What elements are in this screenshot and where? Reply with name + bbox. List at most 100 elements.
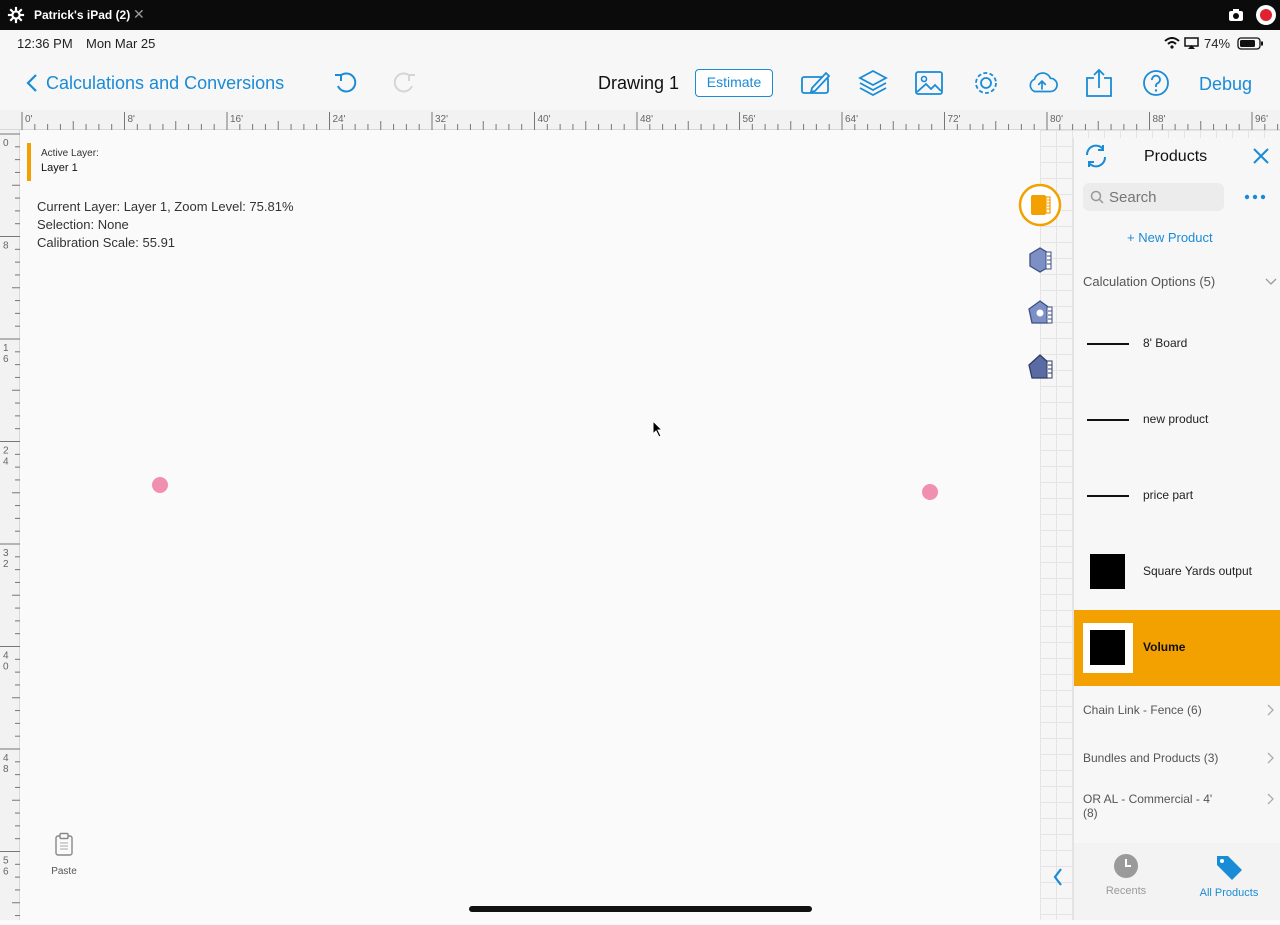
ruler-label: 0 xyxy=(3,138,9,149)
ruler-label: 4 xyxy=(3,651,9,662)
products-panel-title: Products xyxy=(1144,148,1208,165)
more-options-icon[interactable] xyxy=(1243,193,1267,201)
line-swatch xyxy=(1087,343,1129,345)
ruler-label: 5 xyxy=(3,856,9,867)
new-product-button[interactable]: + New Product xyxy=(1127,230,1213,245)
layers-icon[interactable] xyxy=(857,68,889,98)
product-group-row[interactable]: Bundles and Products (3) xyxy=(1083,751,1274,765)
paste-label: Paste xyxy=(51,866,77,877)
category-header[interactable]: Calculation Options (5) xyxy=(1083,274,1277,289)
active-layer-value: Layer 1 xyxy=(41,162,78,174)
airplay-icon xyxy=(1184,37,1199,49)
product-row[interactable]: price part xyxy=(1074,458,1280,534)
cloud-upload-icon[interactable] xyxy=(1026,68,1058,98)
ruler-label: 80' xyxy=(1050,114,1063,125)
ruler-label: 6 xyxy=(3,867,9,878)
chevron-right-icon xyxy=(1267,752,1274,764)
square-swatch-frame xyxy=(1083,623,1133,673)
image-icon[interactable] xyxy=(913,68,945,98)
refresh-icon[interactable] xyxy=(1083,143,1109,169)
tab-recents-label: Recents xyxy=(1105,885,1147,897)
battery-icon xyxy=(1237,37,1263,50)
gear-icon[interactable] xyxy=(970,68,1002,98)
ruler-label: 6 xyxy=(3,354,9,365)
status-bar: 12:36 PM Mon Mar 25 74% xyxy=(0,30,1280,56)
chevron-left-icon[interactable] xyxy=(1052,866,1064,888)
ruler-label: 0' xyxy=(25,114,33,125)
ruler-horizontal-ticks: 0' 8' 16' 24' 32' 40' 48' 56' 64' 72' 80' 88' 96' xyxy=(21,112,1279,130)
line-swatch xyxy=(1087,419,1129,421)
product-name: price part xyxy=(1143,488,1194,502)
drawing-point[interactable] xyxy=(152,477,168,493)
estimate-button[interactable]: Estimate xyxy=(695,69,773,97)
status-date: Mon Mar 25 xyxy=(86,36,156,51)
app-navbar: Calculations and Conversions Drawing 1 E… xyxy=(0,56,1280,110)
redo-icon[interactable] xyxy=(390,70,418,98)
clipboard-icon xyxy=(55,832,73,856)
help-icon[interactable] xyxy=(1140,68,1172,98)
ruler-label: 4 xyxy=(3,457,9,468)
ruler-label: 8' xyxy=(128,114,136,125)
close-icon[interactable] xyxy=(1251,146,1271,166)
product-tool-icon[interactable] xyxy=(1018,183,1062,227)
product-search[interactable] xyxy=(1083,183,1224,211)
back-button[interactable]: Calculations and Conversions xyxy=(26,70,284,96)
product-name: Square Yards output xyxy=(1143,564,1252,578)
gear-shape-measure-icon[interactable] xyxy=(1018,292,1062,336)
product-group-row[interactable]: OR AL - Commercial - 4' (8) xyxy=(1083,792,1274,820)
product-name: Volume xyxy=(1143,640,1186,654)
paste-button[interactable]: Paste xyxy=(44,832,84,877)
close-icon[interactable]: ✕ xyxy=(133,6,145,23)
hexagon-measure-icon[interactable] xyxy=(1018,238,1062,282)
ruler-label: 96' xyxy=(1255,114,1268,125)
active-layer-label: Active Layer: xyxy=(41,148,99,159)
debug-button[interactable]: Debug xyxy=(1199,74,1252,95)
pointer-cursor-icon xyxy=(652,420,664,438)
clock-icon xyxy=(1114,854,1138,878)
ruler-horizontal: 0' 8' 16' 24' 32' 40' 48' 56' 64' 72' 80' 88' 96' xyxy=(0,110,1280,130)
tab-all-products[interactable]: All Products xyxy=(1189,853,1269,899)
canvas-info: Current Layer: Layer 1, Zoom Level: 75.8… xyxy=(37,198,294,252)
line-swatch xyxy=(1087,495,1129,497)
chevron-left-icon xyxy=(26,74,37,92)
gear-icon[interactable] xyxy=(7,6,25,24)
ruler-label: 72' xyxy=(948,114,961,125)
battery-percent: 74% xyxy=(1204,36,1231,51)
tab-recents[interactable]: Recents xyxy=(1086,853,1166,897)
products-panel-header: Products xyxy=(1074,138,1280,178)
group-label: Chain Link - Fence (6) xyxy=(1083,703,1202,717)
ruler-label: 64' xyxy=(845,114,858,125)
product-row-selected[interactable]: Volume xyxy=(1074,610,1280,686)
ruler-label: 3 xyxy=(3,548,9,559)
product-name: 8' Board xyxy=(1143,336,1188,350)
home-indicator xyxy=(469,906,812,912)
search-input[interactable] xyxy=(1109,186,1219,208)
pentagon-measure-icon[interactable] xyxy=(1018,346,1062,390)
edit-icon[interactable] xyxy=(800,68,832,98)
camera-icon[interactable] xyxy=(1228,7,1244,23)
panel-tab-bar: Recents All Products xyxy=(1074,843,1280,920)
ruler-label: 48' xyxy=(640,114,653,125)
drawing-title[interactable]: Drawing 1 xyxy=(598,73,679,94)
share-icon[interactable] xyxy=(1083,68,1115,98)
back-label: Calculations and Conversions xyxy=(46,72,285,93)
tab-all-products-label: All Products xyxy=(1199,887,1259,899)
ruler-label: 2 xyxy=(3,446,9,457)
ruler-label: 24' xyxy=(333,114,346,125)
calibration-scale-text: Calibration Scale: 55.91 xyxy=(37,235,176,250)
group-label: Bundles and Products (3) xyxy=(1083,751,1219,765)
active-layer-indicator: Active Layer: Layer 1 xyxy=(27,143,99,181)
drawing-point[interactable] xyxy=(922,484,938,500)
ruler-label: 56' xyxy=(743,114,756,125)
ruler-label: 1 xyxy=(3,343,9,354)
square-swatch xyxy=(1090,554,1125,589)
product-row[interactable]: new product xyxy=(1074,382,1280,458)
search-icon xyxy=(1090,190,1104,204)
product-group-row[interactable]: Chain Link - Fence (6) xyxy=(1083,703,1274,717)
ruler-vertical: 08162432404856 xyxy=(0,130,20,920)
ruler-label: 4 xyxy=(3,753,9,764)
record-icon[interactable] xyxy=(1256,5,1276,25)
product-row[interactable]: Square Yards output xyxy=(1074,534,1280,610)
product-row[interactable]: 8' Board xyxy=(1074,306,1280,382)
undo-icon[interactable] xyxy=(332,70,360,98)
